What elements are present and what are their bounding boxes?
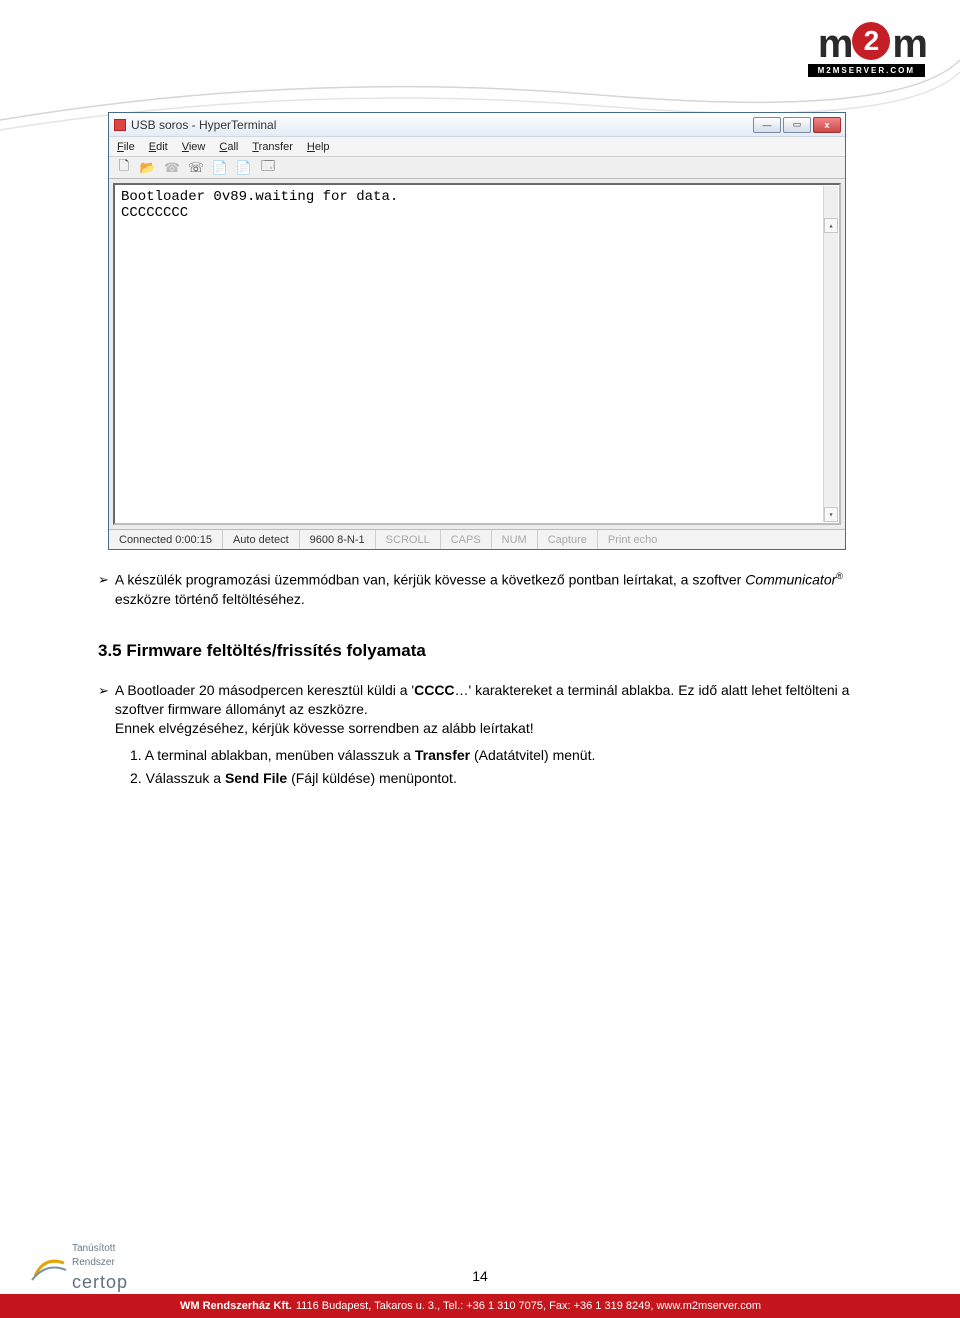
menu-call[interactable]: Call — [219, 141, 238, 153]
status-caps: CAPS — [441, 530, 492, 549]
scroll-down-icon[interactable]: ▾ — [824, 507, 838, 522]
logo-letter-m2: m — [892, 28, 925, 60]
window-titlebar: USB soros - HyperTerminal — ▭ x — [109, 113, 845, 137]
certop-name: certop — [72, 1272, 128, 1292]
menu-file[interactable]: File — [117, 141, 135, 153]
bullet-item-2: ➢ A Bootloader 20 másodpercen keresztül … — [98, 681, 862, 738]
status-connected: Connected 0:00:15 — [109, 530, 223, 549]
bullet2-text-d: Ennek elvégzéséhez, kérjük kövesse sorre… — [115, 720, 534, 736]
terminal-scrollbar[interactable]: ▴ ▾ — [823, 186, 838, 522]
section-heading-35: 3.5 Firmware feltöltés/frissítés folyama… — [98, 640, 862, 663]
logo-red-circle-2: 2 — [852, 22, 890, 60]
hyperterminal-window: USB soros - HyperTerminal — ▭ x File Edi… — [108, 112, 846, 550]
document-body: ➢ A készülék programozási üzemmódban van… — [98, 570, 862, 792]
status-num: NUM — [492, 530, 538, 549]
bullet1-communicator: Communicator — [745, 572, 836, 588]
statusbar: Connected 0:00:15 Auto detect 9600 8-N-1… — [109, 529, 845, 549]
footer-red-bar: WM Rendszerház Kft. 1116 Budapest, Takar… — [0, 1294, 960, 1318]
call-icon[interactable]: ☎ — [163, 160, 181, 176]
step1-transfer: Transfer — [415, 747, 470, 763]
chevron-icon: ➢ — [98, 571, 109, 609]
new-icon[interactable]: 🗋 — [115, 160, 133, 176]
menubar: File Edit View Call Transfer Help — [109, 137, 845, 157]
toolbar: 🗋 📂 ☎ ☏ 📄 📄 🗔 — [109, 157, 845, 179]
bullet2-text-a: A Bootloader 20 másodpercen keresztül kü… — [115, 682, 414, 698]
m2m-logo-mark: m 2 m — [808, 22, 925, 60]
step1-c: (Adatátvitel) menüt. — [470, 747, 595, 763]
status-capture: Capture — [538, 530, 598, 549]
step-2: 2. Válasszuk a Send File (Fájl küldése) … — [130, 769, 862, 788]
bullet-item-1: ➢ A készülék programozási üzemmódban van… — [98, 570, 862, 608]
window-controls: — ▭ x — [753, 117, 841, 133]
menu-help[interactable]: Help — [307, 141, 330, 153]
open-icon[interactable]: 📂 — [139, 160, 157, 176]
menu-transfer[interactable]: Transfer — [252, 141, 293, 153]
terminal-line-2: CCCCCCCC — [121, 205, 188, 221]
close-button[interactable]: x — [813, 117, 841, 133]
status-printecho: Print echo — [598, 530, 668, 549]
maximize-button[interactable]: ▭ — [783, 117, 811, 133]
bullet1-text-a: A készülék programozási üzemmódban van, … — [115, 572, 745, 588]
footer-address: 1116 Budapest, Takaros u. 3., Tel.: +36 … — [296, 1300, 761, 1312]
step1-a: A terminal ablakban, menüben válasszuk a — [145, 747, 415, 763]
menu-edit[interactable]: Edit — [149, 141, 168, 153]
page-footer: Tanúsított Rendszer certop ISO 9001 WM R… — [0, 1246, 960, 1318]
bullet1-text-c: eszközre történő feltöltéséhez. — [115, 591, 305, 607]
step-1: 1. A terminal ablakban, menüben válasszu… — [130, 746, 862, 765]
status-settings: 9600 8-N-1 — [300, 530, 376, 549]
menu-view[interactable]: View — [182, 141, 206, 153]
scroll-up-icon[interactable]: ▴ — [824, 218, 838, 233]
send-icon[interactable]: 📄 — [211, 160, 229, 176]
status-scroll: SCROLL — [376, 530, 441, 549]
step2-a: Válasszuk a — [146, 770, 225, 786]
ordered-steps: 1. A terminal ablakban, menüben válasszu… — [130, 746, 862, 788]
certop-line1: Tanúsított — [72, 1243, 115, 1254]
chevron-icon: ➢ — [98, 682, 109, 739]
step2-c: (Fájl küldése) menüpontot. — [287, 770, 457, 786]
minimize-button[interactable]: — — [753, 117, 781, 133]
header-logo: m 2 m M2MSERVER.COM — [808, 22, 925, 77]
terminal-line-1: Bootloader 0v89.waiting for data. — [121, 189, 398, 205]
logo-tagline: M2MSERVER.COM — [808, 64, 925, 77]
properties-icon[interactable]: 🗔 — [259, 160, 277, 176]
status-detect: Auto detect — [223, 530, 300, 549]
window-title: USB soros - HyperTerminal — [131, 118, 276, 132]
certop-line2: Rendszer — [72, 1257, 115, 1268]
bullet2-cccc: CCCC — [414, 682, 454, 698]
step2-sendfile: Send File — [225, 770, 287, 786]
terminal-output[interactable]: Bootloader 0v89.waiting for data. CCCCCC… — [113, 183, 841, 525]
registered-mark: ® — [836, 571, 843, 581]
hangup-icon[interactable]: ☏ — [187, 160, 205, 176]
logo-letter-m: m — [818, 28, 851, 60]
app-icon — [113, 118, 127, 132]
footer-company: WM Rendszerház Kft. — [180, 1300, 292, 1312]
receive-icon[interactable]: 📄 — [235, 160, 253, 176]
